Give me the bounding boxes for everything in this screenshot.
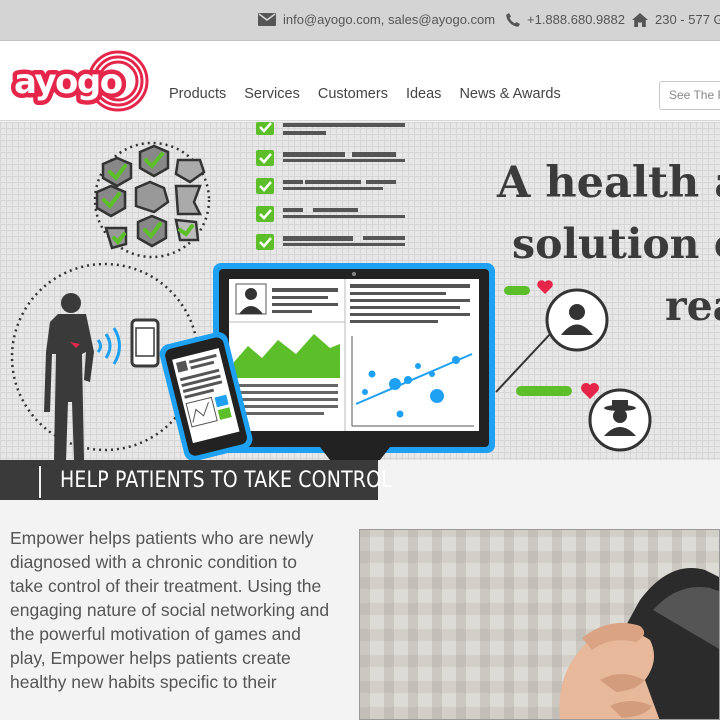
hero-headline-line-3: rea [665,282,720,330]
home-icon [632,12,648,27]
nav-products[interactable]: Products [169,86,226,102]
nav-ideas[interactable]: Ideas [406,86,441,102]
email-text[interactable]: info@ayogo.com, sales@ayogo.com [283,12,495,27]
badges-graphic [93,141,211,259]
person-silhouette [44,293,94,460]
address-text: 230 - 577 Gr [655,12,720,27]
search-input[interactable]: See The F [659,81,720,110]
envelope-icon [258,13,276,26]
address-contact: 230 - 577 Gr [632,12,720,27]
nav-customers[interactable]: Customers [318,86,388,102]
nav-services[interactable]: Services [244,86,300,102]
email-contact[interactable]: info@ayogo.com, sales@ayogo.com [258,12,495,27]
phone-contact[interactable]: +1.888.680.9882 [506,12,625,27]
hero-headline-line-1: A health a [497,158,720,208]
hero-banner: A health a solution c rea [0,122,720,460]
empower-description: Empower helps patients who are newly dia… [10,528,330,692]
section-caption: HELP PATIENTS TO TAKE CONTROL [0,460,392,500]
caption-text: HELP PATIENTS TO TAKE CONTROL [60,468,392,493]
caption-divider [39,466,41,498]
contact-bar: info@ayogo.com, sales@ayogo.com +1.888.6… [0,0,720,41]
checklist-graphic [256,122,405,250]
hand-holding-phone-photo [359,529,720,720]
monitor-graphic [213,263,495,460]
svg-text:ayogo: ayogo [14,62,122,102]
phone-icon [506,12,520,27]
ayogo-logo[interactable]: ayogo ayogo [10,49,152,113]
hero-headline-line-2: solution c [512,220,720,268]
mobile-phone-icon [130,318,160,368]
nav-news-awards[interactable]: News & Awards [459,86,560,102]
phone-text[interactable]: +1.888.680.9882 [527,12,625,27]
site-header: ayogo ayogo Products Services Customers … [0,41,720,121]
main-nav: Products Services Customers Ideas News &… [160,86,570,102]
